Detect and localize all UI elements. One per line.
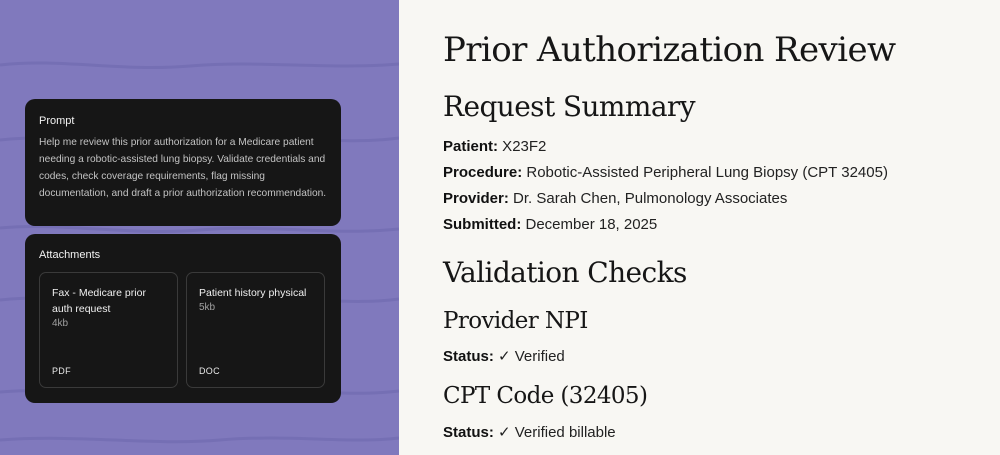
patient-value: X23F2 [498, 138, 547, 155]
provider-npi-heading: Provider NPI [443, 308, 588, 334]
patient-line: Patient: X23F2 [443, 138, 546, 155]
cpt-code-heading: CPT Code (32405) [443, 383, 648, 409]
background-panel: Prompt Help me review this prior authori… [0, 0, 399, 455]
attachment-size: 5kb [199, 302, 216, 313]
provider-value: Dr. Sarah Chen, Pulmonology Associates [508, 190, 788, 207]
patient-label: Patient: [443, 138, 499, 155]
status-value: ✓ Verified billable [493, 424, 616, 441]
procedure-value: Robotic-Assisted Peripheral Lung Biopsy … [522, 164, 888, 181]
document-panel: Prior Authorization Review Request Summa… [399, 0, 1000, 455]
procedure-line: Procedure: Robotic-Assisted Peripheral L… [443, 164, 888, 181]
procedure-label: Procedure: [443, 164, 523, 181]
prompt-title: Prompt [39, 115, 75, 127]
request-summary-heading: Request Summary [443, 90, 696, 123]
attachment-type: DOC [199, 366, 220, 376]
attachment-name: Patient history physical [199, 287, 307, 299]
status-value: ✓ Verified [493, 348, 565, 365]
prompt-text: Help me review this prior authorization … [39, 137, 327, 199]
submitted-value: December 18, 2025 [521, 216, 658, 233]
provider-npi-status: Status: ✓ Verified [443, 347, 565, 365]
attachment-type: PDF [52, 366, 71, 376]
provider-line: Provider: Dr. Sarah Chen, Pulmonology As… [443, 190, 787, 207]
attachment-name: Fax - Medicare prior auth request [52, 287, 146, 315]
prompt-card: Prompt Help me review this prior authori… [25, 99, 341, 226]
document-title: Prior Authorization Review [443, 30, 896, 70]
submitted-line: Submitted: December 18, 2025 [443, 216, 657, 233]
attachment-size: 4kb [52, 318, 69, 329]
attachment-history-doc[interactable]: Patient history physical 5kb DOC [186, 272, 325, 388]
attachments-title: Attachments [39, 249, 101, 261]
submitted-label: Submitted: [443, 216, 522, 233]
provider-label: Provider: [443, 190, 509, 207]
cpt-code-status: Status: ✓ Verified billable [443, 423, 616, 441]
attachments-card: Attachments Fax - Medicare prior auth re… [25, 234, 341, 403]
status-label: Status: [443, 348, 494, 365]
status-label: Status: [443, 424, 494, 441]
attachments-list: Fax - Medicare prior auth request 4kb PD… [39, 272, 325, 388]
validation-checks-heading: Validation Checks [443, 256, 687, 289]
attachment-fax-pdf[interactable]: Fax - Medicare prior auth request 4kb PD… [39, 272, 178, 388]
